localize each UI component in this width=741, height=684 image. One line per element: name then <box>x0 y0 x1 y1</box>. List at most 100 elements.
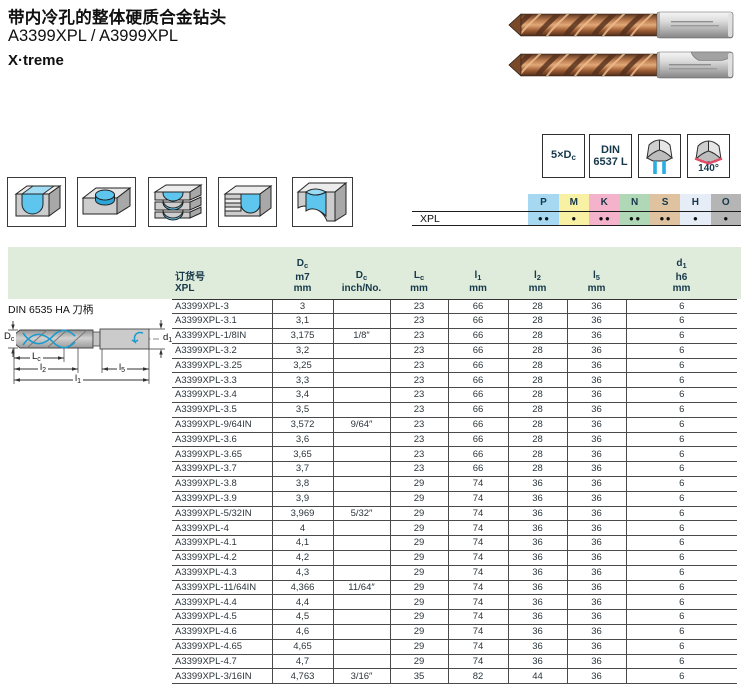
table-cell: 4 <box>272 521 333 536</box>
table-cell: 28 <box>508 417 567 432</box>
table-cell: 36 <box>567 299 626 314</box>
material-letter: M <box>570 194 578 211</box>
table-cell: 6 <box>626 669 737 684</box>
table-cell: 74 <box>448 491 508 506</box>
table-cell: 74 <box>448 565 508 580</box>
material-divider-line <box>412 211 741 212</box>
table-cell: 28 <box>508 329 567 344</box>
table-cell: 36 <box>508 491 567 506</box>
table-row: A3399XPL-4.44,4297436366 <box>172 595 737 610</box>
table-cell: 3,7 <box>272 462 333 477</box>
table-cell: 28 <box>508 358 567 373</box>
table-cell: 28 <box>508 447 567 462</box>
table-cell: 36 <box>567 491 626 506</box>
table-cell: 36 <box>567 551 626 566</box>
app-icon-cross-hole <box>218 177 277 227</box>
table-row: A3399XPL-3.23,2236628366 <box>172 343 737 358</box>
table-cell: 3,5 <box>272 403 333 418</box>
table-cell: 36 <box>567 329 626 344</box>
table-cell: 6 <box>626 403 737 418</box>
suitability-dots: ● <box>722 211 730 226</box>
table-cell: 28 <box>508 373 567 388</box>
suitability-dots: ●● <box>597 211 611 226</box>
table-cell: 66 <box>448 314 508 329</box>
header-line: l2 <box>508 270 567 284</box>
table-cell: 66 <box>448 417 508 432</box>
order-number-cell: A3399XPL-4.1 <box>172 536 272 551</box>
table-cell: 29 <box>390 491 448 506</box>
table-cell <box>333 343 390 358</box>
material-column-K: K●● <box>589 194 619 226</box>
order-number-cell: A3399XPL-4.5 <box>172 610 272 625</box>
order-number-cell: A3399XPL-3.4 <box>172 388 272 403</box>
table-cell <box>333 388 390 403</box>
table-row: A3399XPL-3.63,6236628366 <box>172 432 737 447</box>
table-cell: 6 <box>626 388 737 403</box>
header-line: mm <box>626 283 737 295</box>
table-cell: 36 <box>567 462 626 477</box>
table-cell: 28 <box>508 299 567 314</box>
order-number-cell: A3399XPL-5/32IN <box>172 506 272 521</box>
table-cell: 11/64″ <box>333 580 390 595</box>
table-row: A3399XPL-4.24,2297436366 <box>172 551 737 566</box>
table-cell: 29 <box>390 477 448 492</box>
table-row: A3399XPL-3.653,65236628366 <box>172 447 737 462</box>
table-cell <box>333 403 390 418</box>
through-hole-icon <box>8 178 64 225</box>
drill-flutes <box>507 11 657 39</box>
table-cell <box>333 536 390 551</box>
table-cell: 36 <box>567 580 626 595</box>
dim-label-l2: l2 <box>38 363 48 376</box>
table-cell: 6 <box>626 491 737 506</box>
catalog-page: { "page": { "title": "带内冷孔的整体硬质合金钻头", "s… <box>0 0 741 684</box>
page-title: 带内冷孔的整体硬质合金钻头 <box>8 4 226 28</box>
table-cell: 35 <box>390 669 448 684</box>
table-cell: 3,572 <box>272 417 333 432</box>
table-row: A3399XPL-3.43,4236628366 <box>172 388 737 403</box>
table-cell: 3 <box>272 299 333 314</box>
table-cell: 74 <box>448 580 508 595</box>
header-line: l1 <box>448 270 508 284</box>
table-cell: 82 <box>448 669 508 684</box>
table-cell <box>333 432 390 447</box>
table-cell: 3/16″ <box>333 669 390 684</box>
table-body: A3399XPL-33236628366A3399XPL-3.13,123662… <box>172 299 737 684</box>
table-cell: 6 <box>626 343 737 358</box>
table-row: A3399XPL-3.53,5236628366 <box>172 403 737 418</box>
table-cell: 29 <box>390 565 448 580</box>
table-cell: 29 <box>390 536 448 551</box>
table-cell: 36 <box>508 536 567 551</box>
length-ratio-label: 5×Dc <box>551 149 576 164</box>
table-row: A3399XPL-11/64IN4,36611/64″297436366 <box>172 580 737 595</box>
table-cell: 6 <box>626 536 737 551</box>
table-row: A3399XPL-3.93,9297436366 <box>172 491 737 506</box>
table-cell: 29 <box>390 580 448 595</box>
header-line: l5 <box>567 270 626 284</box>
table-cell: 6 <box>626 551 737 566</box>
table-cell: 6 <box>626 373 737 388</box>
order-number-cell: A3399XPL-4 <box>172 521 272 536</box>
table-cell: 29 <box>390 506 448 521</box>
table-cell <box>333 625 390 640</box>
table-cell: 3,3 <box>272 373 333 388</box>
table-row: A3399XPL-4.14,1297436366 <box>172 536 737 551</box>
table-cell: 5/32″ <box>333 506 390 521</box>
table-row: A3399XPL-4.34,3297436366 <box>172 565 737 580</box>
table-cell: 29 <box>390 521 448 536</box>
table-cell: 23 <box>390 388 448 403</box>
table-cell: 74 <box>448 595 508 610</box>
table-cell: 4,366 <box>272 580 333 595</box>
table-cell: 74 <box>448 551 508 566</box>
table-cell: 36 <box>508 580 567 595</box>
table-cell: 74 <box>448 654 508 669</box>
material-column-H: H● <box>680 194 710 226</box>
order-number-cell: A3399XPL-3.65 <box>172 447 272 462</box>
table-cell <box>333 551 390 566</box>
table-cell: 36 <box>508 551 567 566</box>
table-cell <box>333 491 390 506</box>
header-line: m7 <box>272 272 333 284</box>
table-cell: 66 <box>448 329 508 344</box>
table-cell: 23 <box>390 373 448 388</box>
order-number-cell: A3399XPL-3.2 <box>172 343 272 358</box>
table-cell: 3,25 <box>272 358 333 373</box>
